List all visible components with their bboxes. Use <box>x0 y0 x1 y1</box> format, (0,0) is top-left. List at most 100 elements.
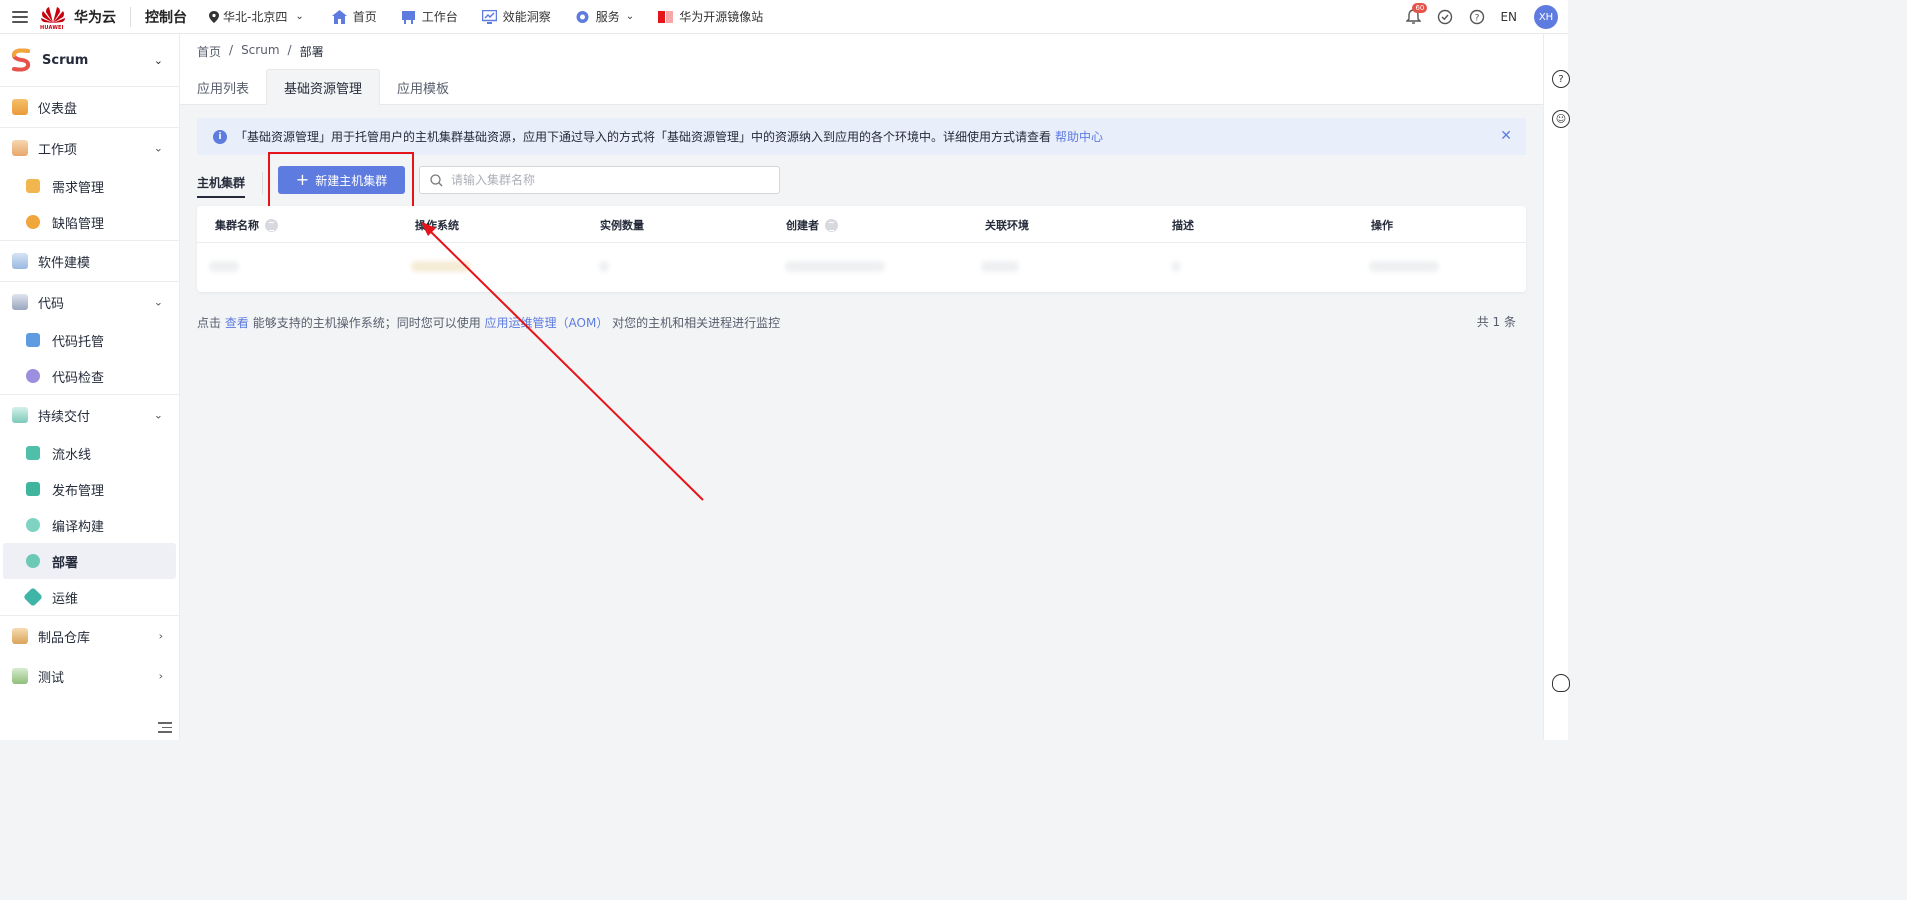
sidebar-item-label: 部署 <box>52 555 79 571</box>
nav-mirror[interactable]: 华为开源镜像站 <box>658 8 763 25</box>
close-icon[interactable]: ✕ <box>1500 128 1512 144</box>
nav-home[interactable]: 首页 <box>331 8 377 25</box>
help-center-link[interactable]: 帮助中心 <box>1055 128 1103 145</box>
help-icon[interactable]: ? <box>1552 70 1570 88</box>
service-icon <box>576 10 589 23</box>
sidebar-item-label: 流水线 <box>52 447 92 463</box>
cluster-name-search-input[interactable] <box>451 173 751 187</box>
breadcrumb: 首页 / Scrum / 部署 <box>197 43 324 60</box>
ops-icon <box>23 587 43 607</box>
artifacts-icon <box>12 628 28 644</box>
column-header-description: 描述 <box>1172 219 1194 232</box>
sidebar-item-label: 仪表盘 <box>38 101 78 117</box>
sidebar-item-ops[interactable]: 运维 <box>0 579 179 615</box>
code-hosting-icon <box>26 333 40 347</box>
breadcrumb-home[interactable]: 首页 <box>197 43 221 60</box>
defects-icon <box>26 215 40 229</box>
dashboard-icon <box>12 99 28 115</box>
bell-icon[interactable]: 60 <box>1404 3 1428 26</box>
sidebar-item-label: 工作项 <box>38 142 78 158</box>
svg-text:?: ? <box>1475 14 1480 24</box>
huawei-cloud-logo[interactable]: HUAWEI 华为云 <box>40 5 116 31</box>
workbench-icon <box>401 10 415 24</box>
feedback-smile-icon[interactable]: ☺ <box>1552 110 1570 128</box>
table-header: 集群名称 操作系统 实例数量 创建者 关联环境 描述 操作 <box>197 206 1526 243</box>
search-box[interactable] <box>419 166 780 194</box>
sidebar-item-release[interactable]: 发布管理 <box>0 471 179 507</box>
region-selector[interactable]: 华北-北京四 ⌄ <box>209 8 304 25</box>
insight-icon <box>481 9 497 24</box>
notification-badge: 60 <box>1412 3 1428 13</box>
sidebar-item-label: 代码检查 <box>52 370 105 386</box>
sidebar-item-label: 编译构建 <box>52 519 105 535</box>
divider <box>262 172 263 194</box>
sidebar: Scrum ⌄ 仪表盘 工作项 ⌄ 需求管理 缺陷管理 软件建模 代码 ⌄ 代码… <box>0 34 180 740</box>
sidebar-item-modeling[interactable]: 软件建模 <box>0 241 179 281</box>
column-header-actions: 操作 <box>1371 219 1393 232</box>
sidebar-item-code-check[interactable]: 代码检查 <box>0 358 179 394</box>
deploy-icon <box>26 554 40 568</box>
blurred-cell <box>599 261 609 272</box>
brand-name: 华为云 <box>74 9 116 26</box>
sidebar-item-requirements[interactable]: 需求管理 <box>0 168 179 204</box>
scrum-project-icon <box>11 48 31 72</box>
nav-label: 工作台 <box>421 10 458 24</box>
blurred-cell <box>981 261 1019 272</box>
pipeline-icon <box>26 446 40 460</box>
breadcrumb-project[interactable]: Scrum <box>241 43 279 60</box>
chevron-down-icon: ⌄ <box>153 408 163 422</box>
right-tool-strip: ? ☺ <box>1543 34 1570 740</box>
tab-app-list[interactable]: 应用列表 <box>180 69 266 105</box>
sidebar-item-defects[interactable]: 缺陷管理 <box>0 204 179 240</box>
tab-app-templates[interactable]: 应用模板 <box>380 69 466 105</box>
tab-basic-resources[interactable]: 基础资源管理 <box>266 69 381 105</box>
sidebar-item-workitem[interactable]: 工作项 ⌄ <box>0 128 179 168</box>
table-row[interactable] <box>197 243 1526 291</box>
sidebar-item-testing[interactable]: 测试 › <box>0 656 179 696</box>
sidebar-item-artifacts[interactable]: 制品仓库 › <box>0 616 179 656</box>
todo-check-icon[interactable] <box>1436 8 1454 26</box>
sidebar-item-build[interactable]: 编译构建 <box>0 507 179 543</box>
sidebar-item-label: 运维 <box>52 591 79 607</box>
tab-bar: 应用列表 基础资源管理 应用模板 <box>180 69 466 105</box>
view-os-link[interactable]: 查看 <box>225 316 249 330</box>
collapse-sidebar-icon[interactable] <box>158 722 172 734</box>
build-icon <box>26 518 40 532</box>
sidebar-item-pipeline[interactable]: 流水线 <box>0 435 179 471</box>
sidebar-item-dashboard[interactable]: 仪表盘 <box>0 87 179 127</box>
nav-workbench[interactable]: 工作台 <box>401 8 458 25</box>
code-check-icon <box>26 369 40 383</box>
sidebar-item-deploy[interactable]: 部署 <box>3 543 176 579</box>
requirements-icon <box>26 179 40 193</box>
region-label: 华北-北京四 <box>223 10 288 24</box>
sidebar-item-code-hosting[interactable]: 代码托管 <box>0 322 179 358</box>
huawei-logo-icon: HUAWEI <box>40 5 66 31</box>
customer-service-icon[interactable] <box>1552 674 1570 692</box>
sidebar-item-delivery[interactable]: 持续交付 ⌄ <box>0 395 179 435</box>
tab-host-cluster[interactable]: 主机集群 <box>197 174 246 198</box>
blurred-cell <box>209 261 239 272</box>
nav-label: 首页 <box>352 10 377 24</box>
column-header-cluster-name[interactable]: 集群名称 <box>215 217 278 233</box>
column-header-creator[interactable]: 创建者 <box>786 217 838 233</box>
aom-link[interactable]: 应用运维管理（AOM） <box>485 316 609 330</box>
breadcrumb-current: 部署 <box>299 45 324 59</box>
toolbar: 主机集群 + 新建主机集群 <box>197 152 797 215</box>
menu-icon[interactable] <box>12 10 28 23</box>
host-cluster-table: 集群名称 操作系统 实例数量 创建者 关联环境 描述 操作 <box>197 206 1526 292</box>
user-avatar[interactable]: XH <box>1534 5 1558 29</box>
sidebar-item-code[interactable]: 代码 ⌄ <box>0 282 179 322</box>
sort-icon[interactable] <box>825 218 838 232</box>
language-switch[interactable]: EN <box>1500 10 1517 24</box>
delivery-icon <box>12 407 28 423</box>
sidebar-item-label: 需求管理 <box>52 180 105 196</box>
project-selector[interactable]: Scrum ⌄ <box>0 34 179 87</box>
blurred-cell <box>785 261 885 272</box>
sort-icon[interactable] <box>265 218 278 232</box>
console-link[interactable]: 控制台 <box>145 7 187 27</box>
nav-service[interactable]: 服务 ⌄ <box>575 8 634 25</box>
release-icon <box>26 482 40 496</box>
sidebar-item-label: 发布管理 <box>52 483 105 499</box>
nav-insight[interactable]: 效能洞察 <box>481 8 551 25</box>
help-icon[interactable]: ? <box>1468 8 1486 26</box>
